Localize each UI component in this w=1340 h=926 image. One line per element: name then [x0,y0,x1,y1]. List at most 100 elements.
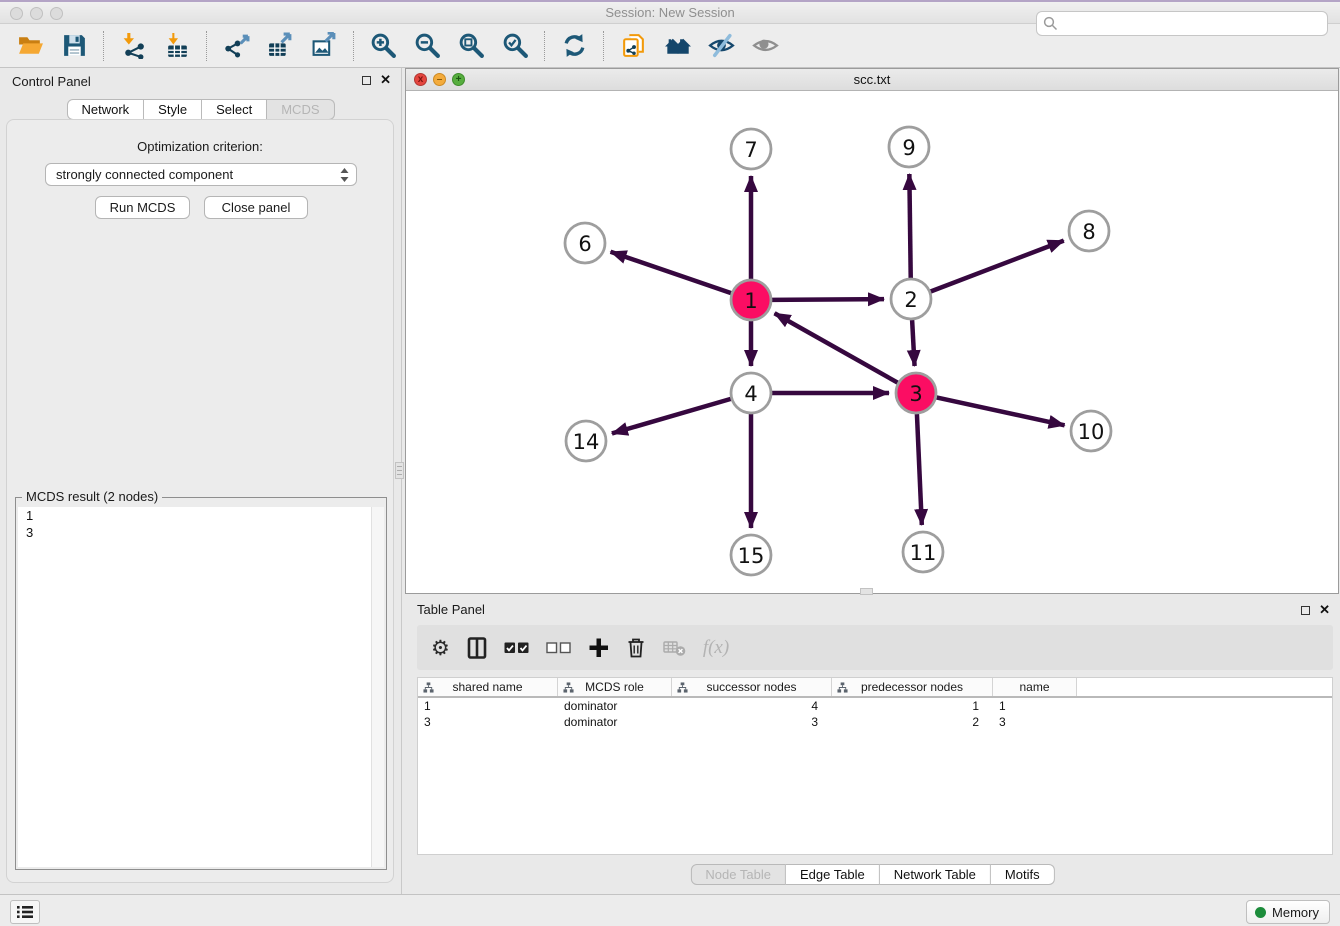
criterion-value: strongly connected component [56,167,233,182]
node-table-header: shared nameMCDS rolesuccessor nodesprede… [418,678,1332,698]
split-columns-button[interactable] [467,637,487,659]
refresh-icon [561,32,588,59]
refresh-layout-button[interactable] [552,27,596,65]
table-toolbar: ⚙ f(x) [417,625,1333,670]
edge-1-2[interactable] [772,299,884,300]
node-label-7: 7 [744,138,757,162]
node-label-3: 3 [909,382,922,406]
search-input[interactable] [1036,11,1328,36]
edge-2-3[interactable] [912,320,914,366]
save-icon [61,32,88,59]
zoom-fit-icon [458,32,485,59]
table-panel: Table Panel ✕ ⚙f(x) shared nameMCDS role… [405,598,1340,894]
memory-label: Memory [1272,905,1319,920]
mcds-result-list: 13 [18,507,384,867]
zoom-out-button[interactable] [405,27,449,65]
column-header-predecessor-nodes[interactable]: predecessor nodes [832,678,993,696]
edge-1-6[interactable] [611,252,732,293]
open-folder-icon [17,32,44,59]
zoom-fit-button[interactable] [449,27,493,65]
table-cell: 3 [672,714,832,730]
toolbar-separator [353,31,354,61]
node-label-6: 6 [578,232,591,256]
import-table-button[interactable] [155,27,199,65]
unselect-columns-icon [546,641,571,655]
tab-motifs[interactable]: Motifs [991,864,1055,885]
table-cell: dominator [558,714,672,730]
export-image-button[interactable] [302,27,346,65]
function-builder-button: f(x) [703,637,729,659]
clone-network-icon [620,32,647,59]
optimization-criterion-label: Optimization criterion: [7,139,393,154]
zoom-selected-button[interactable] [493,27,537,65]
delete-table-button [663,639,686,657]
network-window-titlebar[interactable]: x – + scc.txt [406,69,1338,91]
tab-network-table[interactable]: Network Table [880,864,991,885]
edge-4-14[interactable] [612,399,731,434]
toolbar-separator [206,31,207,61]
float-table-panel-icon[interactable] [1301,606,1310,615]
zoom-selected-icon [502,32,529,59]
toolbar-separator [544,31,545,61]
network-window-title: scc.txt [406,72,1338,87]
tab-network[interactable]: Network [66,99,144,120]
node-label-8: 8 [1082,220,1095,244]
save-session-button[interactable] [52,27,96,65]
tab-edge-table[interactable]: Edge Table [786,864,880,885]
open-session-button[interactable] [8,27,52,65]
column-header-MCDS-role[interactable]: MCDS role [558,678,672,696]
horizontal-splitter-grip[interactable] [860,588,873,595]
edge-3-10[interactable] [937,397,1065,425]
float-panel-icon[interactable] [362,76,371,85]
home-view-button[interactable] [655,27,699,65]
control-panel: Control Panel ✕ NetworkStyleSelectMCDS O… [0,68,401,894]
tab-mcds[interactable]: MCDS [267,99,334,120]
split-columns-icon [467,637,487,659]
table-cell: 4 [672,698,832,714]
run-mcds-button[interactable]: Run MCDS [95,196,190,219]
edge-3-11[interactable] [917,414,922,525]
node-label-1: 1 [744,289,757,313]
clone-network-button[interactable] [611,27,655,65]
network-canvas[interactable]: 7968124314101511 [406,91,1338,593]
export-network-button[interactable] [214,27,258,65]
table-row[interactable]: 3dominator323 [418,714,1332,730]
tab-select[interactable]: Select [202,99,267,120]
memory-button[interactable]: Memory [1246,900,1330,924]
unselect-columns-button[interactable] [546,641,571,655]
result-scrollbar[interactable] [371,507,384,867]
delete-column-button[interactable] [626,637,646,658]
edge-2-8[interactable] [931,241,1064,292]
table-cell: 3 [418,714,558,730]
vertical-splitter[interactable] [401,68,402,894]
close-panel-icon[interactable]: ✕ [380,74,391,86]
edge-2-9[interactable] [909,174,910,278]
memory-status-icon [1255,907,1266,918]
task-list-button[interactable] [10,900,40,924]
tab-node-table[interactable]: Node Table [690,864,786,885]
show-eye-button[interactable] [743,27,787,65]
table-settings-button[interactable]: ⚙ [431,636,450,660]
add-column-button[interactable] [588,637,609,658]
column-header-shared-name[interactable]: shared name [418,678,558,696]
eye-hidden-icon [708,32,735,59]
control-panel-title: Control Panel [12,74,91,89]
zoom-in-button[interactable] [361,27,405,65]
tab-style[interactable]: Style [144,99,202,120]
node-label-14: 14 [573,430,600,454]
criterion-select[interactable]: strongly connected component [45,163,357,186]
close-panel-button[interactable]: Close panel [204,196,308,219]
import-network-button[interactable] [111,27,155,65]
edge-3-1[interactable] [775,313,898,382]
column-header-name[interactable]: name [993,678,1077,696]
table-row[interactable]: 1dominator411 [418,698,1332,714]
column-header-successor-nodes[interactable]: successor nodes [672,678,832,696]
export-table-button[interactable] [258,27,302,65]
hide-eye-button[interactable] [699,27,743,65]
mcds-result-node: 3 [18,524,384,541]
close-table-panel-icon[interactable]: ✕ [1319,604,1330,616]
delete-table-icon [663,639,686,657]
select-columns-button[interactable] [504,641,529,655]
vertical-splitter-grip[interactable] [395,462,404,479]
mcds-result-node: 1 [18,507,384,524]
